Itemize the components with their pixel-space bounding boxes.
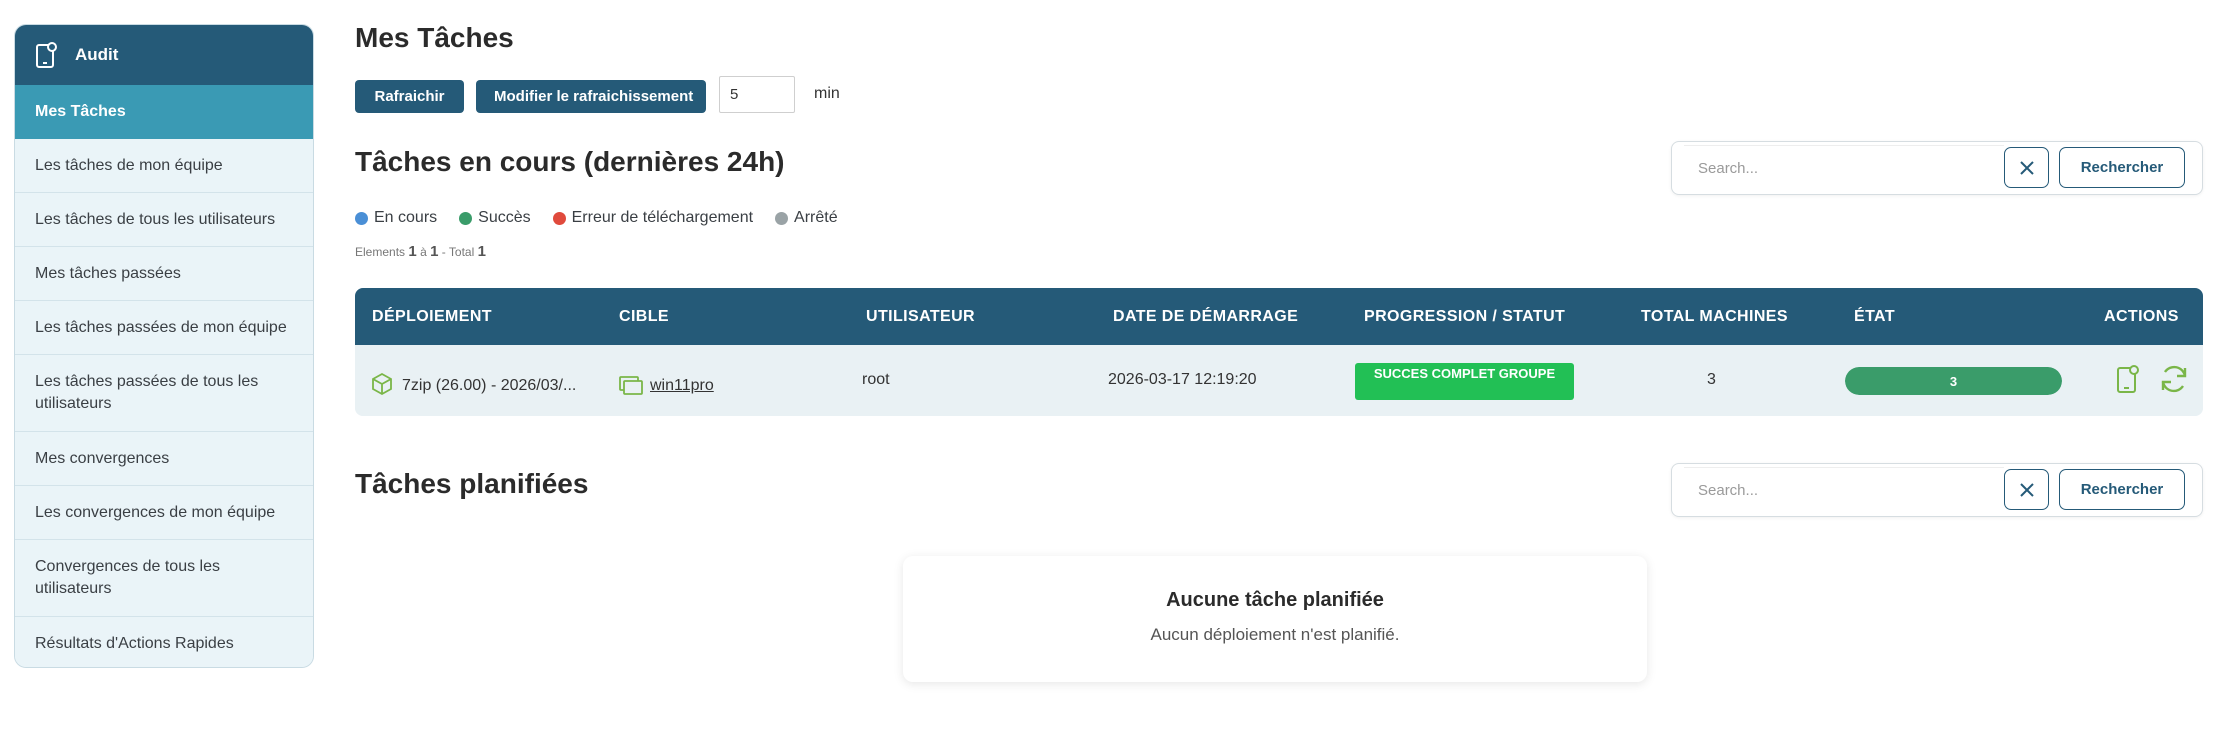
legend-item-arrete: Arrêté bbox=[775, 209, 838, 227]
refresh-unit-label: min bbox=[814, 85, 840, 102]
running-tasks-title: Tâches en cours (dernières 24h) bbox=[355, 146, 785, 177]
col-cible[interactable]: CIBLE bbox=[619, 288, 669, 345]
modify-refresh-button[interactable]: Modifier le rafraichissement bbox=[476, 80, 706, 113]
sidebar-item-label: Les convergences de mon équipe bbox=[35, 503, 276, 521]
state-progress-bar: 3 bbox=[1845, 367, 2062, 395]
col-date-demarrage[interactable]: DATE DE DÉMARRAGE bbox=[1113, 288, 1298, 345]
running-search-input[interactable] bbox=[1684, 145, 2004, 191]
status-legend: En cours Succès Erreur de téléchargement… bbox=[355, 209, 860, 227]
col-actions: ACTIONS bbox=[2104, 308, 2179, 325]
planned-search-clear-button[interactable] bbox=[2004, 469, 2049, 510]
running-search-clear-button[interactable] bbox=[2004, 147, 2049, 188]
col-utilisateur[interactable]: UTILISATEUR bbox=[866, 288, 975, 345]
target-link[interactable]: win11pro bbox=[650, 377, 714, 395]
user-cell: root bbox=[862, 371, 890, 388]
sidebar-item-label: Les tâches de tous les utilisateurs bbox=[35, 210, 276, 228]
audit-device-icon bbox=[36, 42, 57, 68]
planned-search-box: Rechercher bbox=[1671, 463, 2203, 517]
sidebar-item-taches-equipe[interactable]: Les tâches de mon équipe bbox=[15, 139, 313, 193]
close-icon bbox=[2019, 482, 2034, 497]
legend-dot-red bbox=[552, 211, 566, 225]
planned-tasks-title: Tâches planifiées bbox=[355, 468, 589, 499]
deployment-name[interactable]: 7zip (26.00) - 2026/03/... bbox=[402, 377, 576, 395]
sidebar-item-taches-tous[interactable]: Les tâches de tous les utilisateurs bbox=[15, 193, 313, 247]
sidebar-item-label: Les tâches passées de mon équipe bbox=[35, 318, 287, 336]
close-icon bbox=[2019, 160, 2034, 175]
legend-dot-green bbox=[459, 211, 473, 225]
package-icon bbox=[372, 372, 392, 396]
sidebar-item-label: Mes convergences bbox=[35, 449, 170, 467]
legend-dot-blue bbox=[355, 211, 368, 225]
sidebar-item-mes-convergences[interactable]: Mes convergences bbox=[15, 432, 313, 486]
sidebar-item-label: Les tâches de mon équipe bbox=[35, 156, 223, 174]
col-total-machines[interactable]: TOTAL MACHINES bbox=[1641, 288, 1788, 345]
sidebar-item-actions-rapides[interactable]: Résultats d'Actions Rapides bbox=[15, 617, 313, 667]
refresh-interval-input[interactable] bbox=[719, 76, 795, 113]
sidebar-item-convergences-equipe[interactable]: Les convergences de mon équipe bbox=[15, 486, 313, 540]
legend-item-erreur: Erreur de téléchargement bbox=[552, 209, 753, 227]
legend-item-en-cours: En cours bbox=[355, 209, 437, 227]
sidebar-item-taches-passees[interactable]: Mes tâches passées bbox=[15, 247, 313, 301]
col-progression[interactable]: PROGRESSION / STATUT bbox=[1364, 288, 1565, 345]
planned-search-input[interactable] bbox=[1684, 467, 2004, 513]
sidebar-header-label: Audit bbox=[75, 45, 119, 64]
sidebar-item-mes-taches[interactable]: Mes Tâches bbox=[15, 85, 313, 139]
pagination-count: Elements 1 à 1 - Total 1 bbox=[355, 243, 486, 260]
audit-action-icon[interactable] bbox=[2115, 363, 2141, 395]
legend-dot-grey bbox=[775, 211, 789, 225]
page-title: Mes Tâches bbox=[355, 22, 514, 53]
sidebar-item-label: Résultats d'Actions Rapides bbox=[35, 634, 234, 652]
sidebar-item-label: Convergences de tous les utilisateurs bbox=[35, 558, 220, 597]
running-search-button[interactable]: Rechercher bbox=[2059, 147, 2185, 188]
sidebar-item-convergences-tous[interactable]: Convergences de tous les utilisateurs bbox=[15, 540, 313, 617]
col-etat[interactable]: ÉTAT bbox=[1854, 288, 1895, 345]
sidebar-item-label: Les tâches passées de tous les utilisate… bbox=[35, 373, 259, 412]
empty-state-card: Aucune tâche planifiée Aucun déploiement… bbox=[903, 556, 1647, 682]
running-tasks-table: DÉPLOIEMENT CIBLE UTILISATEUR DATE DE DÉ… bbox=[355, 288, 2203, 416]
legend-item-succes: Succès bbox=[459, 209, 531, 227]
sidebar: Audit Mes Tâches Les tâches de mon équip… bbox=[14, 24, 314, 668]
status-badge: SUCCES COMPLET GROUPE bbox=[1355, 363, 1574, 400]
sidebar-header-audit[interactable]: Audit bbox=[15, 25, 313, 85]
planned-search-button[interactable]: Rechercher bbox=[2059, 469, 2185, 510]
col-deploiement[interactable]: DÉPLOIEMENT bbox=[372, 288, 492, 345]
redeploy-refresh-icon[interactable] bbox=[2158, 363, 2190, 395]
sidebar-item-taches-passees-tous[interactable]: Les tâches passées de tous les utilisate… bbox=[15, 355, 313, 432]
sidebar-item-label: Mes tâches passées bbox=[35, 264, 181, 282]
total-machines-cell: 3 bbox=[1707, 371, 1716, 388]
sidebar-item-label: Mes Tâches bbox=[35, 103, 126, 120]
start-date-cell: 2026-03-17 12:19:20 bbox=[1108, 371, 1257, 388]
computer-icon bbox=[619, 376, 643, 395]
table-row: 7zip (26.00) - 2026/03/... win11pro root… bbox=[355, 345, 2203, 416]
table-header: DÉPLOIEMENT CIBLE UTILISATEUR DATE DE DÉ… bbox=[355, 288, 2203, 345]
state-progress-fill: 3 bbox=[1845, 367, 2062, 395]
sidebar-item-taches-passees-equipe[interactable]: Les tâches passées de mon équipe bbox=[15, 301, 313, 355]
empty-state-title: Aucune tâche planifiée bbox=[1166, 589, 1384, 611]
refresh-button[interactable]: Rafraichir bbox=[355, 80, 464, 113]
empty-state-subtitle: Aucun déploiement n'est planifié. bbox=[1150, 625, 1400, 644]
running-search-box: Rechercher bbox=[1671, 141, 2203, 195]
